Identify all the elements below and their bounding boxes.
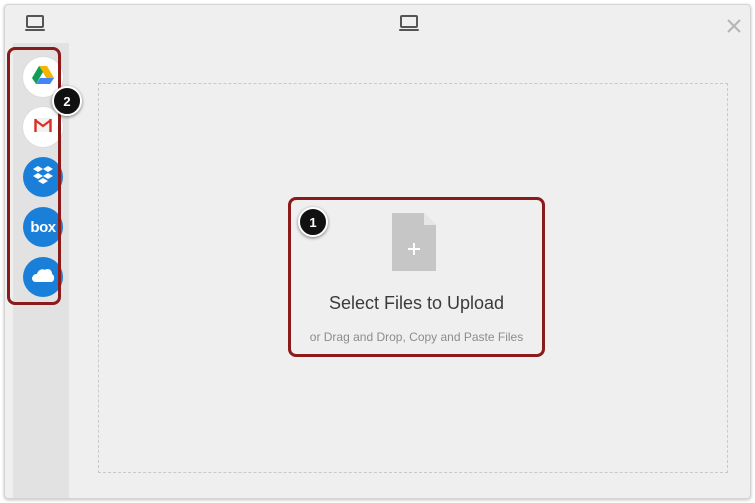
laptop-icon[interactable] bbox=[24, 15, 46, 38]
box-icon: box bbox=[30, 218, 56, 236]
onedrive-icon bbox=[31, 267, 55, 288]
close-icon[interactable] bbox=[723, 15, 745, 37]
gmail-icon bbox=[34, 117, 52, 137]
dropbox-icon bbox=[32, 165, 54, 190]
laptop-icon bbox=[398, 15, 420, 38]
box-button[interactable]: box bbox=[23, 207, 63, 247]
file-add-icon bbox=[391, 212, 437, 277]
callout-badge: 2 bbox=[52, 86, 82, 116]
callout-badge: 1 bbox=[298, 207, 328, 237]
google-drive-icon bbox=[32, 65, 54, 90]
upload-title: Select Files to Upload bbox=[328, 293, 505, 313]
file-picker-dialog: box Select Files to Upload or Drag and D… bbox=[4, 4, 751, 499]
upload-subtitle: or Drag and Drop, Copy and Paste Files bbox=[309, 330, 524, 344]
dropbox-button[interactable] bbox=[23, 157, 63, 197]
onedrive-button[interactable] bbox=[23, 257, 63, 297]
